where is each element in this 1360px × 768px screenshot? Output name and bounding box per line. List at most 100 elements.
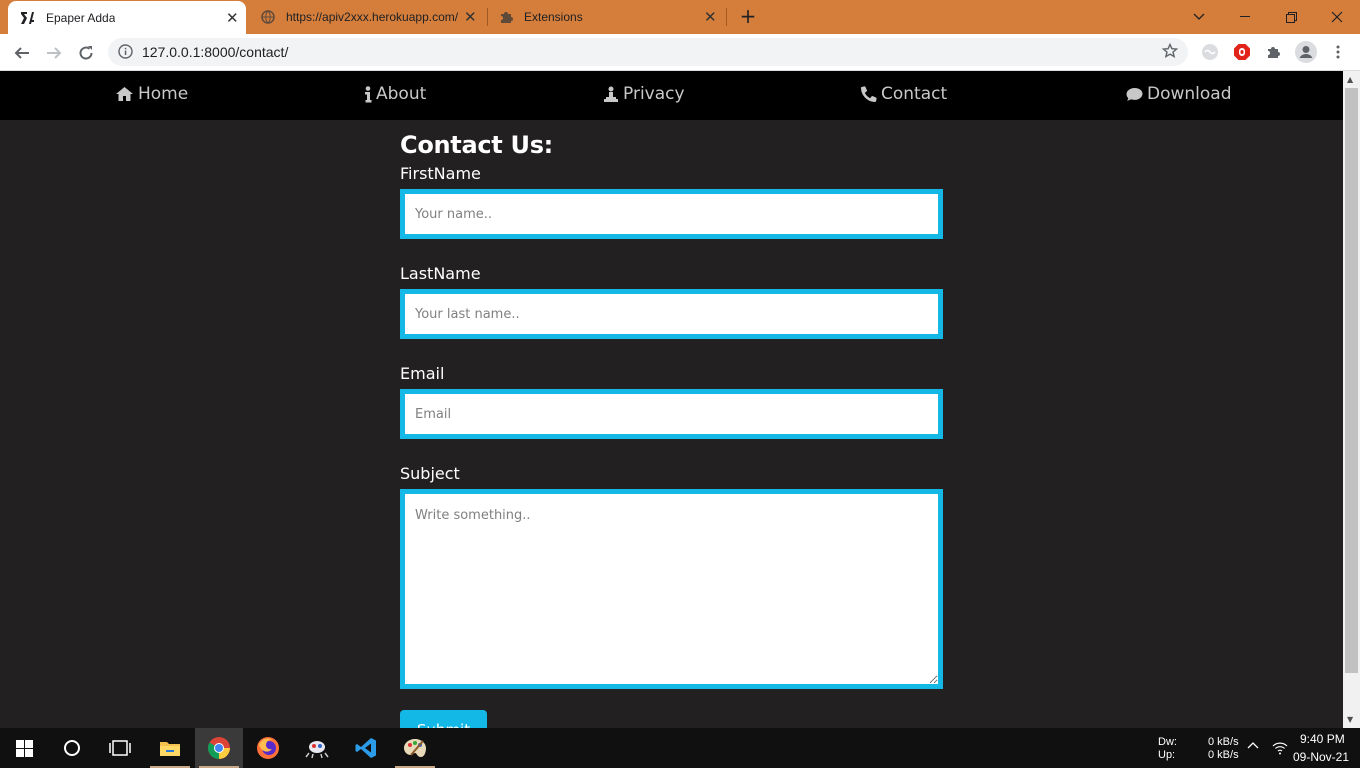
site-navbar: Home About Privacy Contact Download [0, 71, 1343, 120]
privacy-icon [604, 86, 618, 102]
email-label: Email [400, 364, 445, 383]
nav-label: Contact [881, 84, 948, 104]
submit-button[interactable]: Submit [400, 710, 487, 728]
windows-taskbar: Dw: Up: 0 kB/s 0 kB/s 9:40 PM 09-Nov-21 [0, 728, 1360, 768]
nav-label: Home [138, 84, 189, 104]
nav-home[interactable]: Home [115, 84, 188, 104]
app-button[interactable] [293, 728, 341, 768]
last-name-input[interactable] [400, 289, 943, 339]
reload-icon [79, 46, 93, 60]
tab-separator [487, 8, 488, 26]
firefox-icon [257, 737, 279, 759]
first-name-input[interactable] [400, 189, 943, 239]
tab-label: Extensions [524, 10, 583, 24]
puzzle-icon[interactable] [1264, 42, 1284, 62]
page-scrollbar[interactable]: ▲ ▼ [1343, 71, 1360, 728]
chevron-up-icon[interactable] [1247, 740, 1259, 752]
puzzle-icon [498, 9, 514, 25]
task-view-icon [109, 740, 131, 756]
net-up-value: 0 kB/s [1208, 749, 1239, 761]
forward-button[interactable] [41, 40, 67, 66]
firefox-button[interactable] [244, 728, 292, 768]
nav-label: About [376, 84, 427, 104]
page-content: Home About Privacy Contact Download Cont… [0, 71, 1343, 728]
close-icon[interactable]: ✕ [704, 8, 717, 26]
nav-label: Download [1147, 84, 1232, 104]
cortana-button[interactable] [48, 728, 96, 768]
browser-toolbar: 127.0.0.1:8000/contact/ [0, 34, 1360, 71]
scrollbar-thumb[interactable] [1345, 88, 1358, 673]
tab-separator [726, 8, 727, 26]
nav-download[interactable]: Download [1126, 84, 1232, 104]
nav-about[interactable]: About [364, 84, 426, 104]
chrome-taskbar-button[interactable] [195, 728, 243, 768]
reload-button[interactable] [73, 40, 99, 66]
comment-icon [1126, 87, 1143, 101]
chevron-down-icon [1193, 13, 1205, 20]
contact-form: Contact Us: FirstName LastName Email Sub… [400, 131, 943, 728]
info-icon [365, 85, 372, 102]
email-input[interactable] [400, 389, 943, 439]
minimize-icon [1240, 16, 1250, 17]
crab-app-icon [305, 741, 329, 759]
globe-icon [260, 9, 276, 25]
profile-avatar-icon[interactable] [1294, 40, 1318, 64]
net-down-value: 0 kB/s [1208, 736, 1239, 748]
chrome-icon [208, 737, 230, 759]
task-view-button[interactable] [96, 728, 144, 768]
restore-icon [1285, 11, 1297, 23]
browser-tab-bar: Epaper Adda ✕ https://apiv2xxx.herokuapp… [0, 0, 1360, 34]
adblock-icon[interactable] [1232, 42, 1252, 62]
last-name-label: LastName [400, 264, 481, 283]
first-name-label: FirstName [400, 164, 481, 183]
paint-palette-icon [404, 739, 426, 757]
nav-label: Privacy [623, 84, 685, 104]
vscode-icon [355, 738, 376, 758]
subject-label: Subject [400, 464, 460, 483]
nav-privacy[interactable]: Privacy [603, 84, 685, 104]
extension-icon[interactable] [1200, 42, 1220, 62]
file-explorer-button[interactable] [146, 728, 194, 768]
tab-search-button[interactable] [1176, 0, 1222, 34]
clock-date[interactable]: 09-Nov-21 [1293, 750, 1349, 764]
restore-button[interactable] [1268, 0, 1314, 34]
net-up-label: Up: [1158, 749, 1176, 761]
windows-icon [15, 739, 33, 757]
home-icon [116, 87, 133, 101]
tab-extensions[interactable]: Extensions ✕ [490, 0, 720, 34]
scroll-down-icon[interactable]: ▼ [1347, 715, 1353, 724]
epaper-adda-favicon [20, 10, 36, 26]
tab-epaper-adda[interactable]: Epaper Adda ✕ [8, 1, 246, 34]
back-button[interactable] [9, 40, 35, 66]
net-down-label: Dw: [1158, 736, 1177, 748]
close-window-button[interactable] [1314, 0, 1360, 34]
nav-contact[interactable]: Contact [861, 84, 947, 104]
close-icon[interactable]: ✕ [464, 8, 477, 26]
clock-time[interactable]: 9:40 PM [1300, 732, 1345, 746]
tab-label: Epaper Adda [46, 10, 116, 25]
search-circle-icon [64, 740, 80, 756]
arrow-right-icon [47, 47, 62, 59]
phone-icon [861, 86, 877, 102]
wifi-icon[interactable] [1272, 741, 1288, 758]
tab-herokuapp[interactable]: https://apiv2xxx.herokuapp.com/ ✕ [252, 0, 482, 34]
start-button[interactable] [0, 728, 48, 768]
url-text[interactable]: 127.0.0.1:8000/contact/ [142, 44, 288, 60]
bookmark-star-icon[interactable] [1161, 42, 1179, 63]
close-icon[interactable]: ✕ [226, 9, 239, 27]
paint-button[interactable] [391, 728, 439, 768]
info-icon[interactable] [118, 44, 133, 63]
new-tab-button[interactable]: + [739, 6, 757, 27]
vscode-button[interactable] [342, 728, 390, 768]
menu-kebab-icon[interactable] [1328, 42, 1348, 62]
tab-label: https://apiv2xxx.herokuapp.com/ [286, 10, 459, 24]
address-bar[interactable]: 127.0.0.1:8000/contact/ [108, 38, 1188, 66]
folder-icon [160, 742, 180, 756]
subject-textarea[interactable] [400, 489, 943, 689]
scroll-up-icon[interactable]: ▲ [1347, 75, 1353, 84]
minimize-button[interactable] [1222, 0, 1268, 34]
arrow-left-icon [14, 47, 29, 59]
